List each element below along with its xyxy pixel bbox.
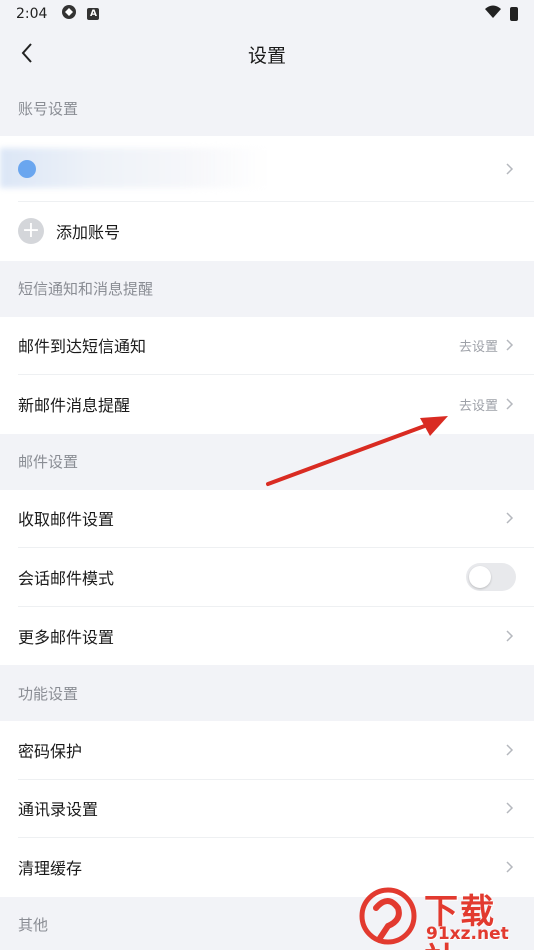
chevron-right-icon xyxy=(506,743,516,757)
chevron-right-icon xyxy=(506,338,516,352)
chevron-right-icon xyxy=(506,801,516,815)
new-mail-alert-row[interactable]: 新邮件消息提醒 去设置 xyxy=(18,375,534,434)
watermark: 下载站 91xz.net xyxy=(358,884,530,950)
avatar xyxy=(18,159,36,178)
add-account-label: 添加账号 xyxy=(56,223,121,243)
chevron-right-icon xyxy=(506,397,516,411)
add-account-row[interactable]: + 添加账号 xyxy=(18,202,534,261)
sms-notify-hint: 去设置 xyxy=(458,339,498,355)
plus-icon: + xyxy=(18,218,44,245)
receive-mail-row[interactable]: 收取邮件设置 xyxy=(18,490,534,548)
watermark-logo-icon xyxy=(359,887,417,945)
receive-mail-label: 收取邮件设置 xyxy=(18,510,115,530)
mail-card: 收取邮件设置 会话邮件模式 更多邮件设置 xyxy=(0,489,534,666)
section-header-account: 账号设置 xyxy=(18,99,79,118)
conversation-mode-label: 会话邮件模式 xyxy=(18,568,115,588)
back-button[interactable] xyxy=(14,40,40,66)
section-header-function: 功能设置 xyxy=(18,684,79,703)
chevron-right-icon xyxy=(506,162,516,176)
contacts-settings-label: 通讯录设置 xyxy=(18,800,99,820)
section-header-mail: 邮件设置 xyxy=(18,453,79,471)
chevron-right-icon xyxy=(506,860,516,874)
clear-cache-label: 清理缓存 xyxy=(18,859,83,879)
new-mail-alert-hint: 去设置 xyxy=(458,398,498,414)
sms-notify-label: 邮件到达短信通知 xyxy=(18,337,147,357)
new-mail-alert-label: 新邮件消息提醒 xyxy=(18,396,131,416)
battery-icon xyxy=(510,7,518,21)
sms-card: 邮件到达短信通知 去设置 新邮件消息提醒 去设置 xyxy=(0,316,534,434)
app-notification-icon xyxy=(61,4,77,24)
chevron-right-icon xyxy=(506,511,516,525)
contacts-settings-row[interactable]: 通讯录设置 xyxy=(18,780,534,838)
blurred-account-info xyxy=(0,148,270,188)
account-card: + 添加账号 xyxy=(0,136,534,261)
conversation-mode-row: 会话邮件模式 xyxy=(18,548,534,607)
more-mail-settings-label: 更多邮件设置 xyxy=(18,627,115,647)
page-title: 设置 xyxy=(247,44,286,67)
watermark-text-2: 91xz.net xyxy=(426,924,509,944)
wifi-icon xyxy=(484,5,502,23)
more-mail-settings-row[interactable]: 更多邮件设置 xyxy=(18,607,534,666)
conversation-mode-toggle[interactable] xyxy=(466,562,516,591)
password-protect-row[interactable]: 密码保护 xyxy=(18,721,534,780)
function-card: 密码保护 通讯录设置 清理缓存 xyxy=(0,721,534,897)
status-bar: 2:04 A xyxy=(0,0,534,28)
back-arrow-icon xyxy=(21,43,32,63)
account-row[interactable] xyxy=(0,136,534,202)
chevron-right-icon xyxy=(506,629,516,643)
status-time: 2:04 xyxy=(16,6,48,22)
section-header-sms: 短信通知和消息提醒 xyxy=(18,280,154,298)
a-notification-icon: A xyxy=(87,8,100,20)
password-protect-label: 密码保护 xyxy=(18,741,83,761)
top-bar: 设置 xyxy=(0,28,534,80)
sms-notify-row[interactable]: 邮件到达短信通知 去设置 xyxy=(18,317,534,375)
